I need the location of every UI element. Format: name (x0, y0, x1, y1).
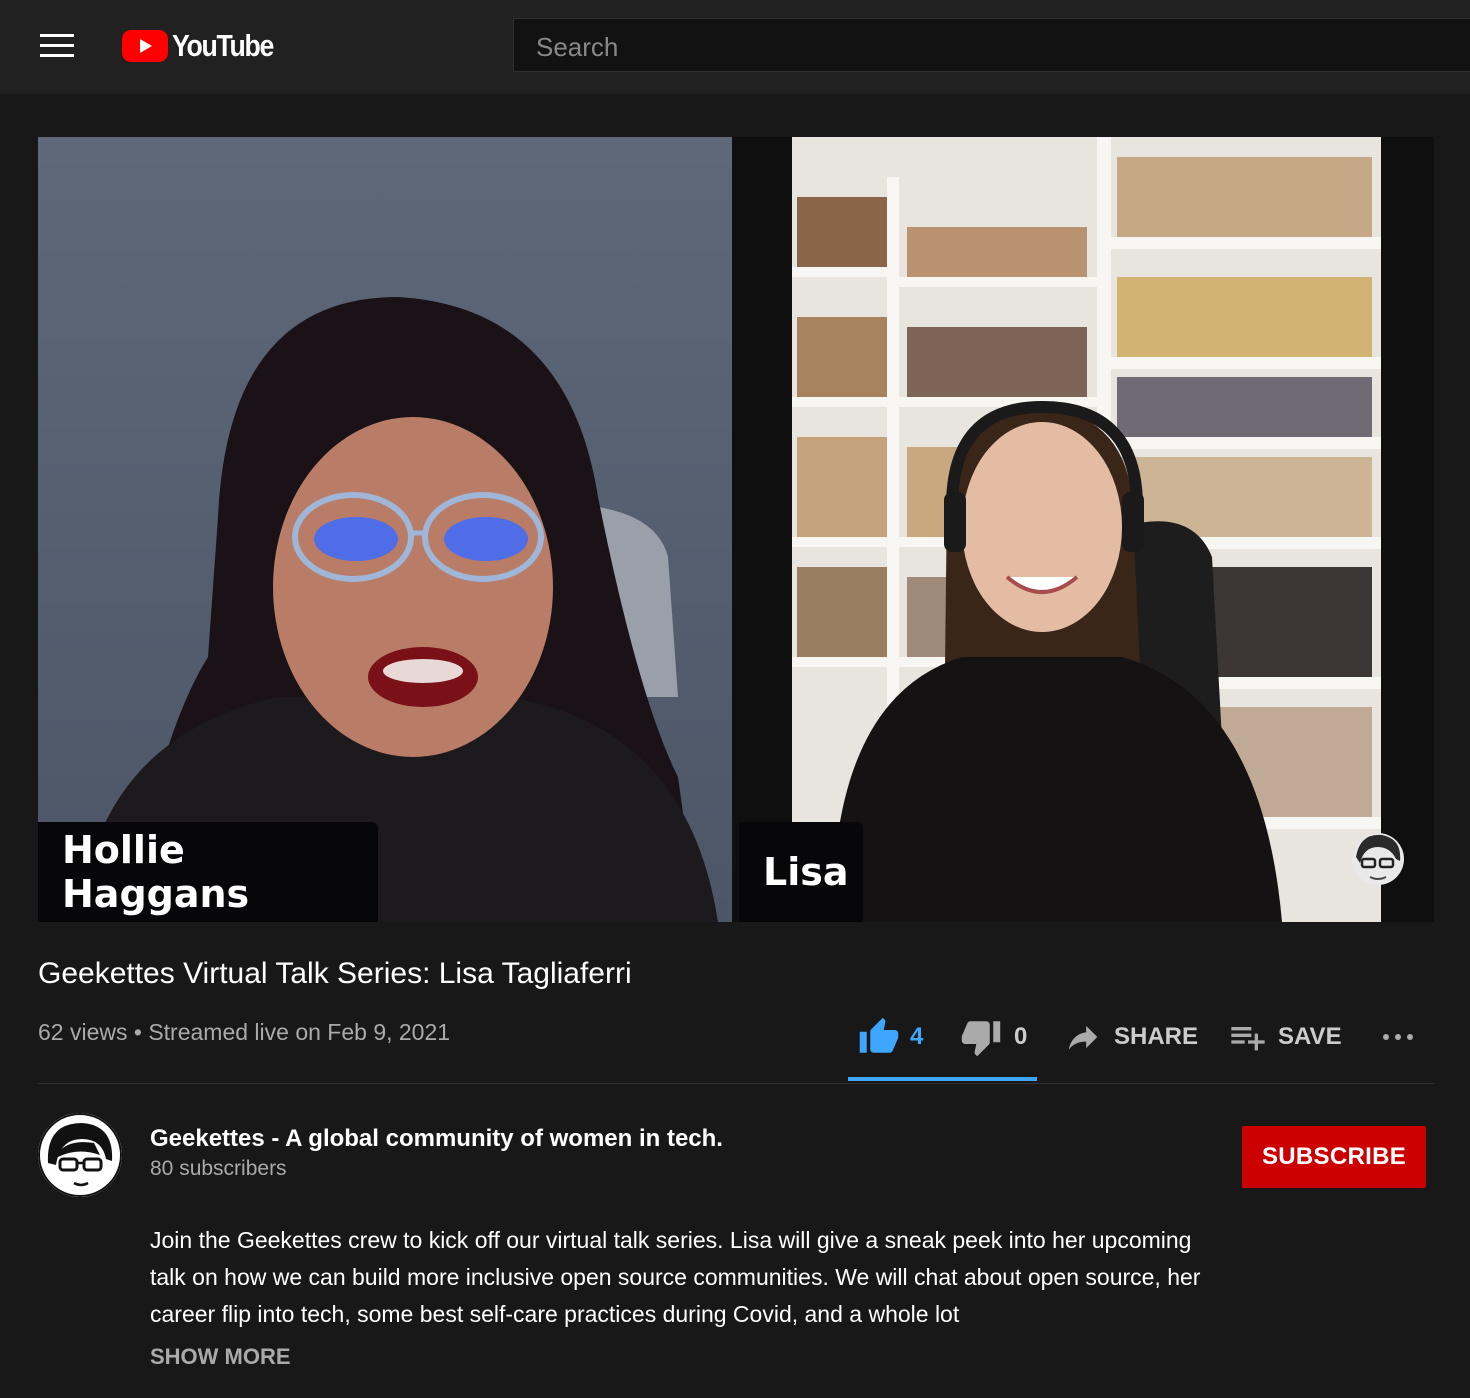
video-description: Join the Geekettes crew to kick off our … (150, 1227, 1201, 1327)
playlist-add-icon (1231, 1027, 1265, 1051)
divider (38, 1083, 1434, 1084)
save-label: SAVE (1278, 1023, 1342, 1050)
top-bar: YouTube (0, 0, 1470, 94)
menu-icon[interactable] (40, 34, 76, 60)
thumb-up-icon (859, 1017, 899, 1053)
video-title: Geekettes Virtual Talk Series: Lisa Tagl… (38, 957, 632, 990)
channel-watermark-icon[interactable] (1350, 829, 1406, 901)
participant-video-left: Hollie Haggans (38, 137, 732, 922)
participant-name-tag: Hollie Haggans (38, 822, 378, 922)
sentiment-bar-fill (848, 1077, 1037, 1081)
participant-name-tag: Lisa (739, 822, 863, 922)
video-player[interactable]: Hollie Haggans Lisa (38, 137, 1434, 922)
share-arrow-icon (1068, 1025, 1098, 1050)
bookshelf-background (792, 137, 1381, 922)
dislike-button[interactable]: 0 (960, 1010, 1027, 1064)
show-more-button[interactable]: SHOW MORE (150, 1344, 291, 1370)
logo-text: YouTube (172, 28, 274, 63)
video-meta: 62 views • Streamed live on Feb 9, 2021 (38, 1019, 451, 1045)
share-button[interactable]: SHARE (1064, 1010, 1198, 1064)
youtube-logo-icon (122, 30, 168, 62)
channel-avatar[interactable] (38, 1113, 122, 1197)
more-horizontal-icon (1383, 1034, 1413, 1040)
more-actions-button[interactable] (1380, 1010, 1416, 1064)
dislike-count: 0 (1014, 1023, 1028, 1050)
share-label: SHARE (1114, 1023, 1199, 1050)
youtube-logo[interactable]: YouTube (122, 28, 290, 64)
participant-video-right (792, 137, 1381, 922)
save-button[interactable]: SAVE (1228, 1010, 1342, 1064)
geekettes-avatar-icon (38, 1113, 122, 1197)
subscribe-button[interactable]: SUBSCRIBE (1242, 1126, 1426, 1188)
like-count: 4 (910, 1023, 924, 1050)
search-input[interactable] (534, 29, 1438, 65)
thumb-down-icon (961, 1021, 1001, 1057)
channel-name[interactable]: Geekettes - A global community of women … (150, 1125, 723, 1153)
participant-illustration (78, 297, 718, 922)
search-box[interactable] (513, 18, 1470, 72)
like-button[interactable]: 4 (858, 1010, 923, 1064)
sentiment-bar (848, 1077, 1037, 1081)
subscriber-count: 80 subscribers (150, 1157, 287, 1180)
